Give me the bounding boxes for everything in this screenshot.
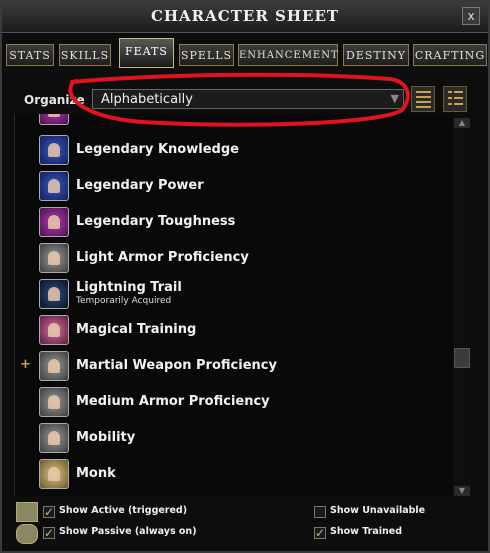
show-active-label: Show Active (triggered) — [59, 505, 188, 516]
show-trained-label: Show Trained — [330, 526, 403, 537]
show-unavailable-checkbox[interactable] — [314, 506, 326, 518]
show-passive-checkbox[interactable]: ✓ — [43, 527, 55, 539]
character-sheet-window: CHARACTER SHEET x STATS SKILLS FEATS SPE… — [0, 0, 490, 553]
show-passive-label: Show Passive (always on) — [59, 526, 197, 537]
red-annotation-circle — [68, 72, 410, 127]
show-trained-checkbox[interactable]: ✓ — [314, 527, 326, 539]
show-unavailable-label: Show Unavailable — [330, 505, 426, 516]
show-active-checkbox[interactable]: ✓ — [43, 506, 55, 518]
passive-feat-legend-icon — [16, 524, 38, 544]
filter-panel: ✓ Show Active (triggered) ✓ Show Passive… — [2, 496, 488, 551]
active-feat-legend-icon — [16, 502, 38, 522]
